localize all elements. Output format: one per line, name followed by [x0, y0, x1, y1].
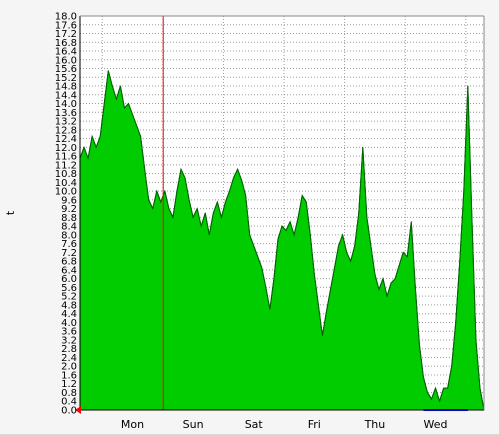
y-tick-label: 18.0 — [55, 12, 77, 23]
x-tick-label: Sun — [183, 418, 204, 431]
x-tick-label: Fri — [308, 418, 321, 431]
x-tick-label: Thu — [364, 418, 386, 431]
y-axis-label: t — [4, 210, 17, 215]
chart-container: 0.0 0.4 0.8 1.2 1.6 2.0 2.4 2.8 3.2 3.6 4.0 4.4 4.8 5… — [0, 0, 500, 435]
x-tick-label: Sat — [245, 418, 264, 431]
x-tick-label: Wed — [424, 418, 448, 431]
x-tick-label: Mon — [121, 418, 144, 431]
area-chart: 0.00.40.81.21.62.02.42.83.23.64.04.44.85… — [4, 12, 485, 431]
